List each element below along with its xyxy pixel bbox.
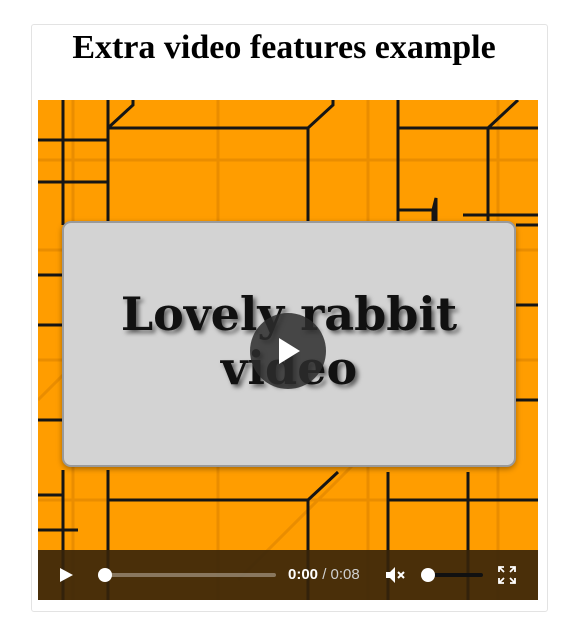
duration: 0:08 [330, 566, 360, 583]
volume-slider[interactable] [421, 568, 483, 582]
volume-thumb[interactable] [421, 568, 435, 582]
seek-track [100, 573, 276, 577]
big-play-button[interactable] [250, 313, 326, 389]
speaker-muted-icon [386, 567, 405, 583]
seek-bar[interactable] [98, 568, 276, 582]
time-separator: / [318, 566, 331, 583]
page-title: Extra video features example [72, 29, 496, 66]
time-display: 0:00 / 0:08 [288, 566, 360, 584]
current-time: 0:00 [288, 566, 319, 583]
play-button[interactable] [58, 567, 74, 583]
video-player[interactable]: Lovely rabbit video 0:00 / 0:08 [38, 100, 538, 600]
fullscreen-button[interactable] [498, 566, 516, 584]
seek-thumb[interactable] [98, 568, 112, 582]
mute-button[interactable] [385, 566, 407, 584]
play-icon [279, 338, 300, 364]
play-icon [60, 568, 73, 582]
fullscreen-icon [498, 566, 516, 584]
video-controls-bar: 0:00 / 0:08 [38, 550, 538, 600]
